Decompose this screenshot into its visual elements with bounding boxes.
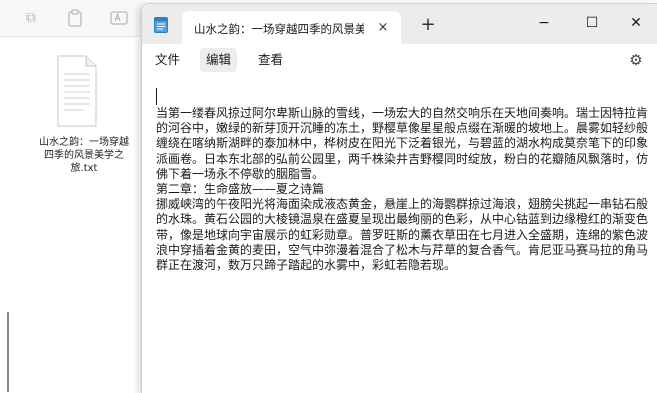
document-tab[interactable]: 山水之韵：一场穿越四季的风景美学 × [182, 11, 401, 44]
txt-file-item[interactable]: 山水之韵：一场穿越四季的风景美学之旅.txt [38, 50, 130, 190]
settings-gear-icon[interactable]: ⚙ [627, 51, 645, 69]
file-name-label: 山水之韵：一场穿越四季的风景美学之旅.txt [39, 137, 129, 174]
notepad-app-icon [154, 17, 168, 33]
tab-close-button[interactable]: × [373, 18, 393, 38]
menu-file[interactable]: 文件 [149, 48, 186, 72]
minimize-button[interactable]: − [522, 8, 566, 38]
menu-edit[interactable]: 编辑 [200, 48, 238, 72]
tab-title: 山水之韵：一场穿越四季的风景美学 [194, 22, 364, 36]
text-editor-area[interactable]: 当第一缕春风掠过阿尔卑斯山脉的雪线，一场宏大的自然交响乐在天地间奏响。瑞士因特拉… [142, 76, 657, 393]
explorer-scrollbar[interactable] [7, 312, 9, 392]
paste-icon[interactable] [66, 9, 84, 27]
menu-bar: 文件 编辑 查看 ⚙ [142, 44, 657, 76]
text-file-icon [57, 55, 97, 127]
new-tab-button[interactable]: + [418, 16, 438, 36]
text-caret [156, 88, 157, 105]
notepad-window: 山水之韵：一场穿越四季的风景美学 × + − ☐ ✕ 文件 编辑 查看 ⚙ 当第… [141, 3, 657, 393]
menu-view[interactable]: 查看 [252, 48, 289, 72]
document-text[interactable]: 当第一缕春风掠过阿尔卑斯山脉的雪线，一场宏大的自然交响乐在天地间奏响。瑞士因特拉… [156, 106, 654, 273]
maximize-button[interactable]: ☐ [570, 8, 614, 38]
rename-icon-graphic [110, 11, 128, 25]
close-button[interactable]: ✕ [614, 8, 657, 38]
paste-icon-graphic [68, 9, 82, 27]
explorer-toolbar: ⧉ [0, 0, 145, 37]
copy-icon[interactable]: ⧉ [22, 9, 40, 27]
title-bar[interactable]: 山水之韵：一场穿越四季的风景美学 × + − ☐ ✕ [142, 4, 657, 44]
rename-icon[interactable] [110, 9, 128, 27]
